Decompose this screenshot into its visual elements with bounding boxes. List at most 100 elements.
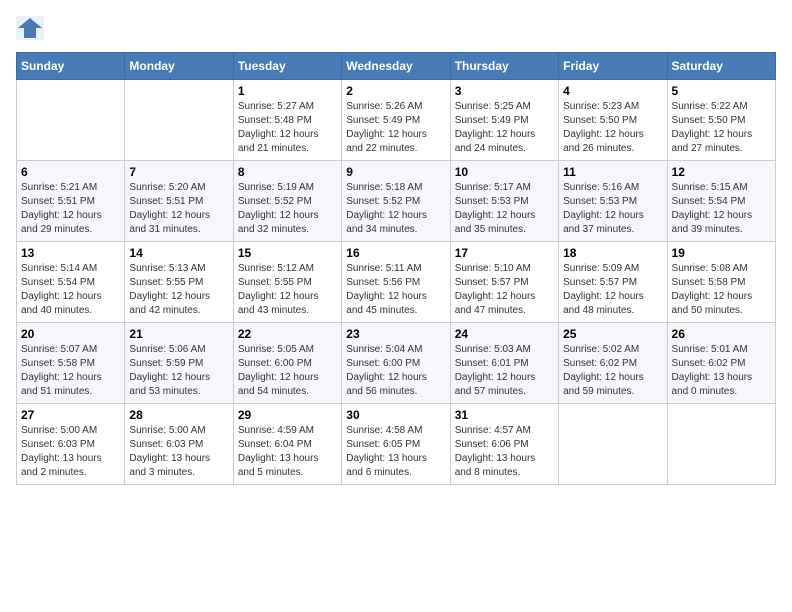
day-number: 7 (129, 165, 228, 179)
day-info: Sunrise: 5:19 AM Sunset: 5:52 PM Dayligh… (238, 181, 337, 237)
calendar-cell: 9 Sunrise: 5:18 AM Sunset: 5:52 PM Daylig… (342, 161, 450, 242)
day-number: 28 (129, 408, 228, 422)
calendar-cell: 6 Sunrise: 5:21 AM Sunset: 5:51 PM Daylig… (17, 161, 125, 242)
calendar-cell (17, 80, 125, 161)
day-info: Sunrise: 5:03 AM Sunset: 6:01 PM Dayligh… (455, 343, 554, 399)
day-info: Sunrise: 5:09 AM Sunset: 5:57 PM Dayligh… (563, 262, 662, 318)
day-info: Sunrise: 5:07 AM Sunset: 5:58 PM Dayligh… (21, 343, 120, 399)
day-number: 6 (21, 165, 120, 179)
day-number: 20 (21, 327, 120, 341)
calendar-cell: 3 Sunrise: 5:25 AM Sunset: 5:49 PM Daylig… (450, 80, 558, 161)
day-number: 17 (455, 246, 554, 260)
calendar-cell: 28 Sunrise: 5:00 AM Sunset: 6:03 PM Dayli… (125, 404, 233, 485)
calendar-cell (559, 404, 667, 485)
calendar-week-row: 1 Sunrise: 5:27 AM Sunset: 5:48 PM Daylig… (17, 80, 776, 161)
logo-icon (16, 16, 44, 40)
day-info: Sunrise: 5:11 AM Sunset: 5:56 PM Dayligh… (346, 262, 445, 318)
day-info: Sunrise: 5:04 AM Sunset: 6:00 PM Dayligh… (346, 343, 445, 399)
calendar-cell: 30 Sunrise: 4:58 AM Sunset: 6:05 PM Dayli… (342, 404, 450, 485)
calendar-cell: 27 Sunrise: 5:00 AM Sunset: 6:03 PM Dayli… (17, 404, 125, 485)
day-info: Sunrise: 5:27 AM Sunset: 5:48 PM Dayligh… (238, 100, 337, 156)
day-number: 5 (672, 84, 771, 98)
day-info: Sunrise: 5:00 AM Sunset: 6:03 PM Dayligh… (129, 424, 228, 480)
calendar-cell: 4 Sunrise: 5:23 AM Sunset: 5:50 PM Daylig… (559, 80, 667, 161)
calendar-week-row: 13 Sunrise: 5:14 AM Sunset: 5:54 PM Dayli… (17, 242, 776, 323)
day-number: 14 (129, 246, 228, 260)
calendar-week-row: 20 Sunrise: 5:07 AM Sunset: 5:58 PM Dayli… (17, 323, 776, 404)
calendar-cell (667, 404, 775, 485)
day-number: 4 (563, 84, 662, 98)
day-number: 8 (238, 165, 337, 179)
day-info: Sunrise: 5:00 AM Sunset: 6:03 PM Dayligh… (21, 424, 120, 480)
day-number: 22 (238, 327, 337, 341)
day-number: 27 (21, 408, 120, 422)
calendar-cell: 20 Sunrise: 5:07 AM Sunset: 5:58 PM Dayli… (17, 323, 125, 404)
day-number: 15 (238, 246, 337, 260)
day-number: 2 (346, 84, 445, 98)
day-info: Sunrise: 5:20 AM Sunset: 5:51 PM Dayligh… (129, 181, 228, 237)
day-number: 12 (672, 165, 771, 179)
day-number: 21 (129, 327, 228, 341)
day-header-saturday: Saturday (667, 53, 775, 80)
calendar-cell: 12Sunrise: 5:15 AM Sunset: 5:54 PM Dayli… (667, 161, 775, 242)
day-number: 30 (346, 408, 445, 422)
day-header-wednesday: Wednesday (342, 53, 450, 80)
calendar-cell: 5 Sunrise: 5:22 AM Sunset: 5:50 PM Daylig… (667, 80, 775, 161)
day-number: 10 (455, 165, 554, 179)
logo (16, 16, 46, 40)
day-number: 9 (346, 165, 445, 179)
day-info: Sunrise: 5:26 AM Sunset: 5:49 PM Dayligh… (346, 100, 445, 156)
calendar-week-row: 6 Sunrise: 5:21 AM Sunset: 5:51 PM Daylig… (17, 161, 776, 242)
day-info: Sunrise: 5:25 AM Sunset: 5:49 PM Dayligh… (455, 100, 554, 156)
calendar-cell: 1 Sunrise: 5:27 AM Sunset: 5:48 PM Daylig… (233, 80, 341, 161)
calendar-cell: 13 Sunrise: 5:14 AM Sunset: 5:54 PM Dayli… (17, 242, 125, 323)
day-info: Sunrise: 4:57 AM Sunset: 6:06 PM Dayligh… (455, 424, 554, 480)
day-info: Sunrise: 5:23 AM Sunset: 5:50 PM Dayligh… (563, 100, 662, 156)
day-number: 29 (238, 408, 337, 422)
day-info: Sunrise: 5:01 AM Sunset: 6:02 PM Dayligh… (672, 343, 771, 399)
calendar-week-row: 27 Sunrise: 5:00 AM Sunset: 6:03 PM Dayli… (17, 404, 776, 485)
day-header-friday: Friday (559, 53, 667, 80)
calendar-cell: 21 Sunrise: 5:06 AM Sunset: 5:59 PM Dayli… (125, 323, 233, 404)
day-info: Sunrise: 5:22 AM Sunset: 5:50 PM Dayligh… (672, 100, 771, 156)
calendar-cell: 11Sunrise: 5:16 AM Sunset: 5:53 PM Dayli… (559, 161, 667, 242)
calendar-cell: 31 Sunrise: 4:57 AM Sunset: 6:06 PM Dayli… (450, 404, 558, 485)
day-number: 13 (21, 246, 120, 260)
day-number: 18 (563, 246, 662, 260)
day-info: Sunrise: 4:59 AM Sunset: 6:04 PM Dayligh… (238, 424, 337, 480)
day-number: 26 (672, 327, 771, 341)
day-number: 3 (455, 84, 554, 98)
calendar-cell: 24 Sunrise: 5:03 AM Sunset: 6:01 PM Dayli… (450, 323, 558, 404)
calendar-cell: 23 Sunrise: 5:04 AM Sunset: 6:00 PM Dayli… (342, 323, 450, 404)
day-number: 19 (672, 246, 771, 260)
day-info: Sunrise: 5:17 AM Sunset: 5:53 PM Dayligh… (455, 181, 554, 237)
day-info: Sunrise: 5:18 AM Sunset: 5:52 PM Dayligh… (346, 181, 445, 237)
day-number: 24 (455, 327, 554, 341)
day-header-monday: Monday (125, 53, 233, 80)
day-info: Sunrise: 5:06 AM Sunset: 5:59 PM Dayligh… (129, 343, 228, 399)
day-info: Sunrise: 5:08 AM Sunset: 5:58 PM Dayligh… (672, 262, 771, 318)
calendar-cell: 29 Sunrise: 4:59 AM Sunset: 6:04 PM Dayli… (233, 404, 341, 485)
day-header-sunday: Sunday (17, 53, 125, 80)
day-header-thursday: Thursday (450, 53, 558, 80)
day-number: 25 (563, 327, 662, 341)
day-header-tuesday: Tuesday (233, 53, 341, 80)
day-info: Sunrise: 5:02 AM Sunset: 6:02 PM Dayligh… (563, 343, 662, 399)
page-header (16, 16, 776, 40)
calendar-cell: 10 Sunrise: 5:17 AM Sunset: 5:53 PM Dayli… (450, 161, 558, 242)
day-number: 1 (238, 84, 337, 98)
day-info: Sunrise: 5:14 AM Sunset: 5:54 PM Dayligh… (21, 262, 120, 318)
calendar-cell (125, 80, 233, 161)
day-number: 11 (563, 165, 662, 179)
calendar-cell: 26 Sunrise: 5:01 AM Sunset: 6:02 PM Dayli… (667, 323, 775, 404)
day-info: Sunrise: 4:58 AM Sunset: 6:05 PM Dayligh… (346, 424, 445, 480)
calendar-cell: 22Sunrise: 5:05 AM Sunset: 6:00 PM Dayli… (233, 323, 341, 404)
calendar-cell: 19 Sunrise: 5:08 AM Sunset: 5:58 PM Dayli… (667, 242, 775, 323)
calendar-cell: 15Sunrise: 5:12 AM Sunset: 5:55 PM Dayli… (233, 242, 341, 323)
calendar-cell: 8 Sunrise: 5:19 AM Sunset: 5:52 PM Daylig… (233, 161, 341, 242)
day-info: Sunrise: 5:21 AM Sunset: 5:51 PM Dayligh… (21, 181, 120, 237)
calendar-cell: 25 Sunrise: 5:02 AM Sunset: 6:02 PM Dayli… (559, 323, 667, 404)
day-number: 23 (346, 327, 445, 341)
day-number: 31 (455, 408, 554, 422)
day-info: Sunrise: 5:13 AM Sunset: 5:55 PM Dayligh… (129, 262, 228, 318)
